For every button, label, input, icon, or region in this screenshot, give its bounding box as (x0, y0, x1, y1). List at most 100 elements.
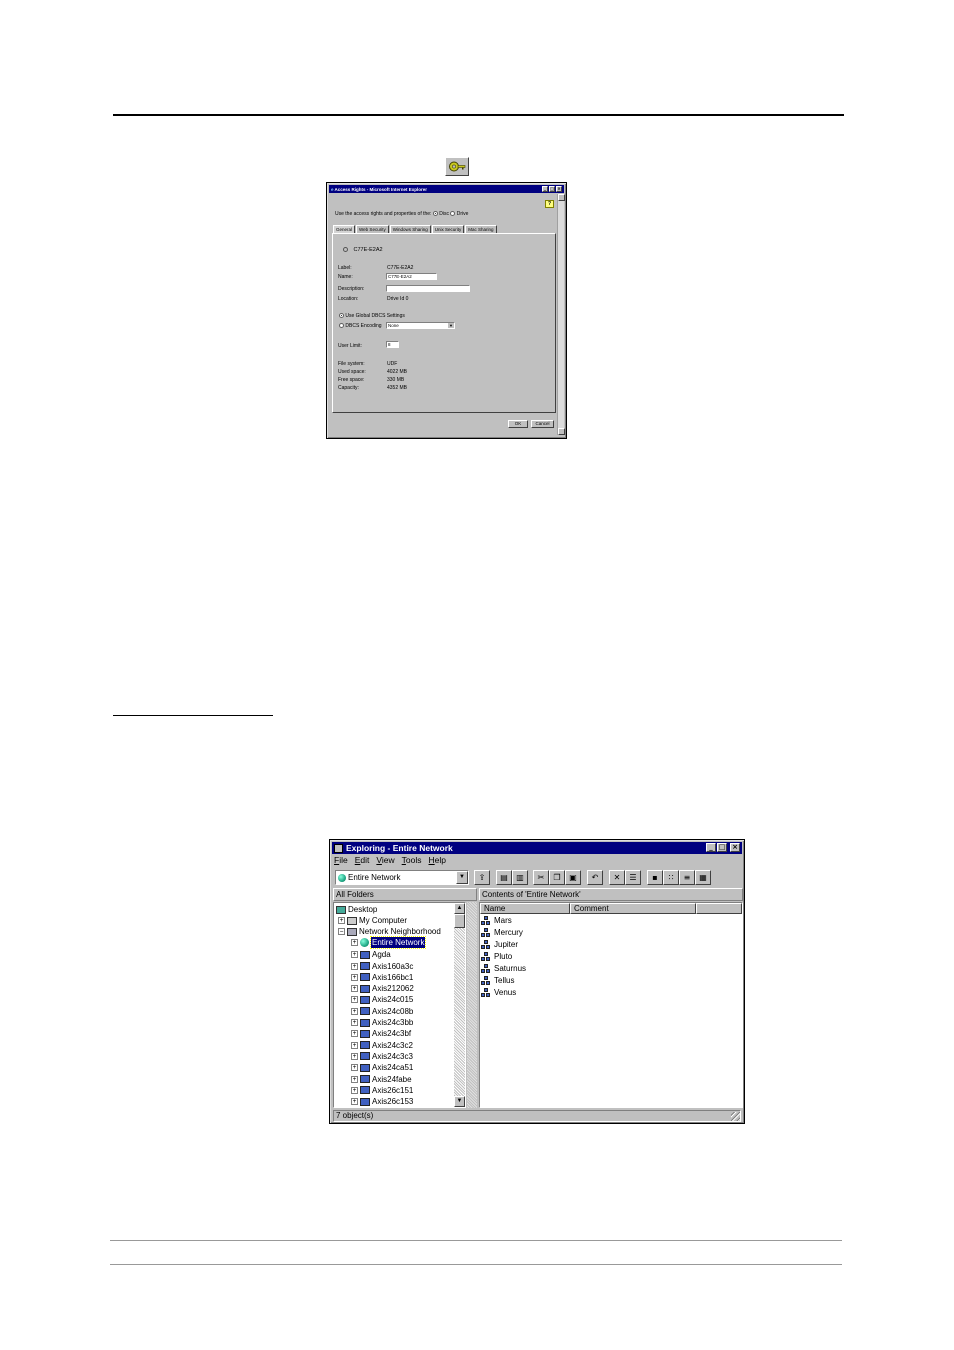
dialog-titlebar[interactable]: e Access Rights - Microsoft Internet Exp… (329, 185, 564, 193)
scroll-down-arrow-icon[interactable] (558, 428, 565, 435)
tree-item-host[interactable]: + Axis24c015 (351, 994, 413, 1005)
radio-drive[interactable] (450, 211, 456, 217)
details-view-icon[interactable]: ▦ (695, 870, 711, 885)
radio-disc-label: Disc (439, 211, 449, 217)
expand-icon[interactable]: + (351, 1075, 358, 1083)
close-button[interactable]: × (556, 186, 562, 192)
menu-view[interactable]: View (376, 855, 394, 865)
expand-icon[interactable]: + (351, 973, 358, 981)
expand-icon[interactable]: + (351, 996, 358, 1004)
radio-global-dbcs[interactable] (339, 313, 344, 319)
cancel-button[interactable]: Cancel (531, 420, 554, 428)
tree-item-host[interactable]: + Axis24ca51 (351, 1062, 413, 1073)
menu-file[interactable]: File (334, 855, 348, 865)
list-view-icon[interactable]: ≡ (679, 870, 695, 885)
explorer-titlebar[interactable]: Exploring - Entire Network _ □ × (332, 842, 742, 854)
expand-icon[interactable]: + (351, 962, 358, 970)
scroll-up-arrow-icon[interactable]: ▲ (454, 903, 465, 914)
expand-icon[interactable]: + (351, 1030, 358, 1038)
tree-item-host[interactable]: + Axis24c3bf (351, 1028, 411, 1039)
minimize-button[interactable]: _ (542, 186, 548, 192)
tree-item-host[interactable]: + Axis26c153 (351, 1096, 413, 1107)
tree-scrollbar[interactable]: ▲ ▼ (454, 903, 465, 1107)
map-drive-icon[interactable]: ▤ (496, 870, 512, 885)
disc-icon (343, 247, 348, 253)
tree-item-desktop[interactable]: Desktop (336, 904, 377, 915)
expand-icon[interactable]: + (351, 939, 358, 946)
expand-icon[interactable]: + (351, 985, 358, 993)
column-header-name[interactable]: Name (480, 903, 570, 914)
list-item[interactable]: Saturnus (481, 963, 526, 975)
expand-icon[interactable]: + (351, 1086, 358, 1094)
tree-item-my-computer[interactable]: + My Computer (338, 915, 407, 926)
cut-icon[interactable]: ✂ (533, 870, 549, 885)
maximize-button[interactable]: □ (717, 843, 727, 852)
expand-icon[interactable]: + (351, 1007, 358, 1015)
list-item[interactable]: Venus (481, 987, 516, 999)
tree-item-network-neighborhood[interactable]: − Network Neighborhood (338, 926, 441, 937)
menu-help[interactable]: Help (429, 855, 446, 865)
tree-item-host[interactable]: + Agda (351, 949, 391, 960)
tree-item-host[interactable]: + Axis24fabe (351, 1074, 412, 1085)
tree-item-host[interactable]: + Axis166bc1 (351, 972, 413, 983)
expand-icon[interactable]: + (351, 1041, 358, 1049)
user-limit-input[interactable]: 8 (386, 341, 399, 348)
list-item[interactable]: Pluto (481, 951, 512, 963)
description-input[interactable] (386, 285, 470, 292)
collapse-icon[interactable]: − (338, 928, 345, 935)
tree-item-host[interactable]: + Axis24c3c2 (351, 1040, 413, 1051)
small-icons-icon[interactable]: ∷ (663, 870, 679, 885)
expand-icon[interactable]: + (351, 1098, 358, 1106)
expand-icon[interactable]: + (351, 1052, 358, 1060)
list-item[interactable]: Mars (481, 915, 512, 927)
up-folder-icon[interactable]: ⇪ (474, 870, 490, 885)
tree-item-host[interactable]: + Axis26c151 (351, 1085, 413, 1096)
minimize-button[interactable]: _ (706, 843, 716, 852)
radio-dbcs-encoding[interactable] (339, 323, 344, 329)
disconnect-drive-icon[interactable]: ▥ (512, 870, 528, 885)
paste-icon[interactable]: ▣ (565, 870, 581, 885)
expand-icon[interactable]: + (351, 1019, 358, 1026)
resize-grip-icon[interactable] (731, 1112, 740, 1121)
delete-icon[interactable]: ✕ (609, 870, 625, 885)
list-item[interactable]: Mercury (481, 927, 523, 939)
tree-item-host[interactable]: + Axis24c3bb (351, 1017, 413, 1028)
close-button[interactable]: × (730, 843, 740, 852)
scroll-up-arrow-icon[interactable] (558, 194, 565, 201)
help-icon[interactable]: ? (545, 200, 554, 208)
maximize-button[interactable]: □ (549, 186, 555, 192)
properties-icon[interactable]: ☰ (625, 870, 641, 885)
tree-item-host[interactable]: + Axis24c08b (351, 1006, 413, 1017)
tree-item-host[interactable]: + Axis212062 (351, 983, 414, 994)
name-input[interactable]: C77E-E2A2 (386, 273, 437, 280)
tree-item-host[interactable]: + Axis160a3c (351, 961, 413, 972)
dropdown-arrow-icon[interactable]: ▼ (448, 323, 454, 328)
dbcs-encoding-select[interactable]: None ▼ (386, 322, 455, 329)
computer-icon (360, 1086, 370, 1095)
dialog-title: Access Rights - Microsoft Internet Explo… (334, 186, 428, 192)
list-item[interactable]: Jupiter (481, 939, 518, 951)
undo-icon[interactable]: ↶ (587, 870, 603, 885)
radio-disc[interactable] (432, 211, 438, 217)
tree-item-entire-network[interactable]: + Entire Network (351, 936, 427, 949)
column-header-empty[interactable] (696, 903, 742, 914)
menu-tools[interactable]: Tools (402, 855, 422, 865)
menu-edit[interactable]: Edit (355, 855, 370, 865)
dialog-scrollbar[interactable] (557, 194, 565, 435)
expand-icon[interactable]: + (351, 1064, 358, 1072)
access-rights-key-icon[interactable] (445, 157, 469, 176)
desktop-icon (336, 905, 346, 914)
expand-icon[interactable]: + (351, 951, 358, 959)
ok-button[interactable]: OK (508, 420, 528, 428)
scroll-thumb[interactable] (454, 914, 465, 928)
tree-item-host[interactable]: + Axis24c3c3 (351, 1051, 413, 1062)
expand-icon[interactable]: + (338, 917, 345, 924)
large-icons-icon[interactable]: ▪ (647, 870, 663, 885)
list-item[interactable]: Tellus (481, 975, 514, 987)
scroll-down-arrow-icon[interactable]: ▼ (454, 1096, 465, 1107)
dropdown-arrow-icon[interactable]: ▼ (456, 871, 468, 884)
address-combo[interactable]: Entire Network ▼ (335, 870, 469, 885)
copy-icon[interactable]: ❐ (549, 870, 565, 885)
pane-splitter[interactable] (467, 902, 477, 1108)
column-header-comment[interactable]: Comment (570, 903, 696, 914)
